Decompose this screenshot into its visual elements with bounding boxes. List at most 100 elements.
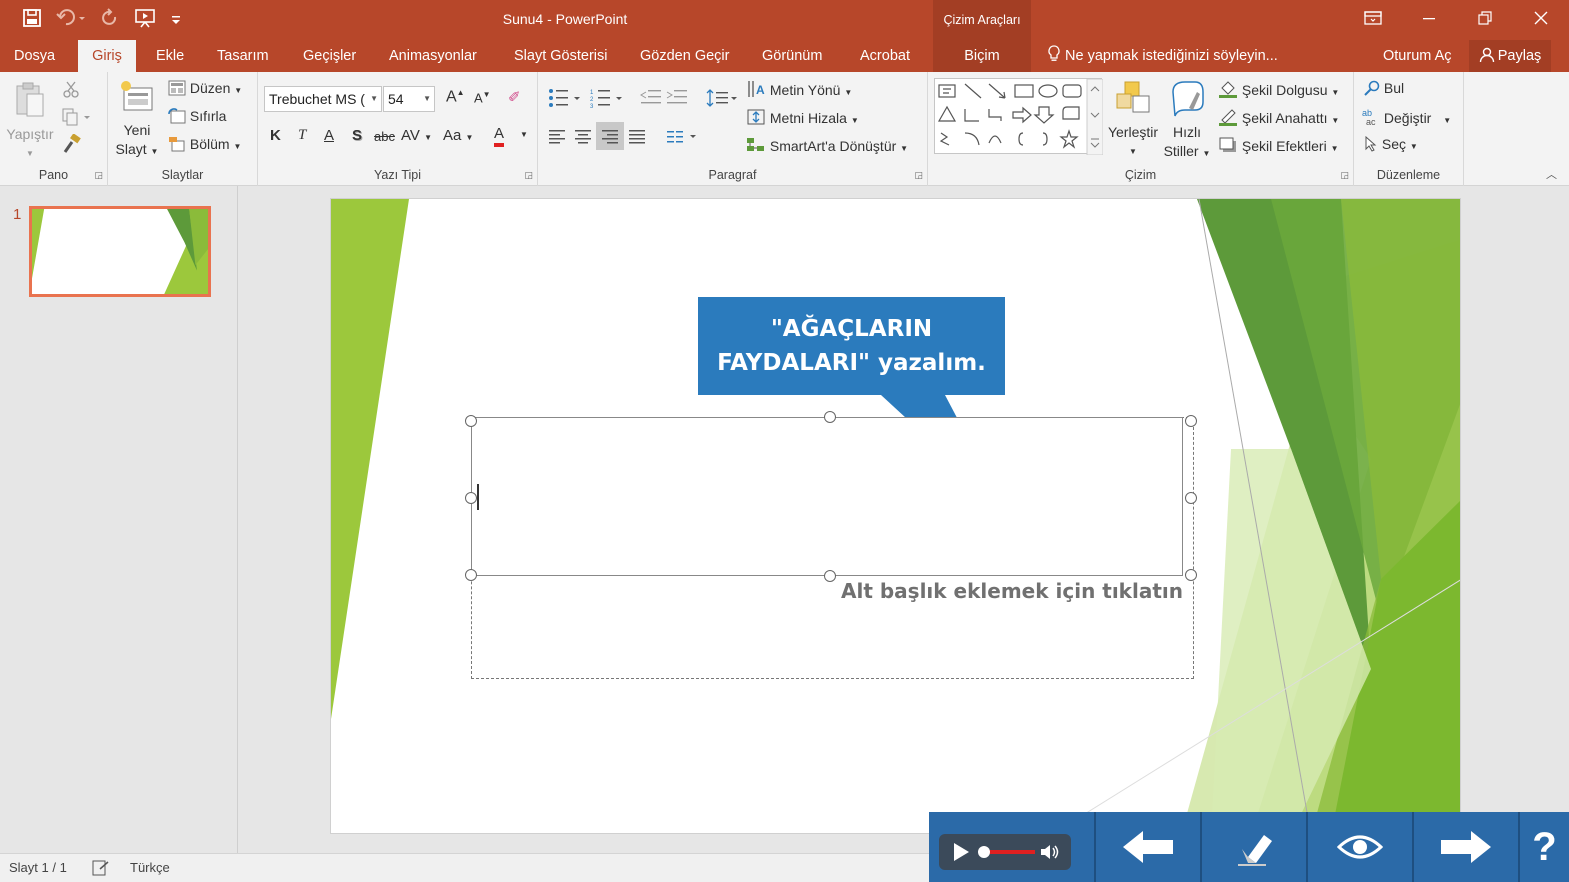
paragraph-dialog-launcher-icon[interactable]: ◲ bbox=[914, 170, 923, 181]
ribbon-tabs: Dosya Giriş Ekle Tasarım Geçişler Animas… bbox=[0, 40, 1569, 72]
line-spacing-icon[interactable] bbox=[706, 88, 738, 108]
font-name-combo[interactable]: Trebuchet MS (▼ bbox=[264, 86, 382, 112]
new-slide-button[interactable]: Yeni Slayt ▼ bbox=[112, 78, 162, 161]
select-button[interactable]: Seç ▼ bbox=[1364, 135, 1418, 152]
replace-button[interactable]: ab ac Değiştir ▼ bbox=[1362, 108, 1451, 127]
justify-icon[interactable] bbox=[628, 128, 646, 144]
decrease-indent-icon[interactable] bbox=[640, 88, 662, 106]
share-button[interactable]: Paylaş bbox=[1469, 40, 1551, 72]
drawing-dialog-launcher-icon[interactable]: ◲ bbox=[1340, 170, 1349, 181]
shape-effects-button[interactable]: Şekil Efektleri ▼ bbox=[1218, 136, 1339, 154]
sign-in-link[interactable]: Oturum Aç bbox=[1383, 40, 1452, 72]
font-dialog-launcher-icon[interactable]: ◲ bbox=[524, 170, 533, 181]
char-spacing-button[interactable]: AV ▼ bbox=[401, 127, 432, 144]
eraser-button[interactable] bbox=[1200, 812, 1306, 882]
font-color-dropdown-icon[interactable]: ▼ bbox=[520, 130, 528, 139]
section-button[interactable]: Bölüm ▼ bbox=[168, 136, 241, 152]
svg-text:1: 1 bbox=[590, 90, 594, 96]
numbering-icon[interactable]: 123 bbox=[590, 88, 626, 108]
resize-handle-br[interactable] bbox=[1185, 569, 1197, 581]
group-paragraph: 123 A Metin Yönü ▼ Metni Hizala ▼ SmartA… bbox=[538, 72, 928, 186]
tab-file[interactable]: Dosya bbox=[2, 40, 67, 72]
resize-handle-l[interactable] bbox=[465, 492, 477, 504]
reset-button[interactable]: Sıfırla bbox=[168, 108, 226, 124]
shape-outline-button[interactable]: Şekil Anahattı ▼ bbox=[1218, 108, 1339, 126]
minimize-icon[interactable] bbox=[1401, 0, 1457, 36]
tab-view[interactable]: Görünüm bbox=[750, 40, 834, 72]
increase-indent-icon[interactable] bbox=[666, 88, 688, 106]
align-center-icon[interactable] bbox=[574, 128, 592, 144]
shrink-font-icon[interactable]: A▼ bbox=[474, 90, 491, 105]
shapes-gallery[interactable] bbox=[934, 78, 1104, 156]
tab-transitions[interactable]: Geçişler bbox=[291, 40, 368, 72]
layout-button[interactable]: Düzen ▼ bbox=[168, 80, 242, 96]
slide-canvas[interactable]: Alt başlık eklemek için tıklatın "AĞAÇLA… bbox=[330, 198, 1461, 834]
back-arrow-button[interactable] bbox=[1094, 812, 1200, 882]
resize-handle-tl[interactable] bbox=[465, 415, 477, 427]
align-text-label: Metni Hizala bbox=[769, 110, 847, 126]
tell-me-box[interactable]: Ne yapmak istediğinizi söyleyin... bbox=[1047, 40, 1278, 72]
eye-button[interactable] bbox=[1306, 812, 1412, 882]
tab-insert[interactable]: Ekle bbox=[144, 40, 196, 72]
search-icon bbox=[1364, 80, 1380, 96]
resize-handle-r[interactable] bbox=[1185, 492, 1197, 504]
smartart-button[interactable]: SmartArt'a Dönüştür ▼ bbox=[746, 136, 908, 154]
copy-icon[interactable] bbox=[62, 108, 92, 126]
shape-fill-button[interactable]: Şekil Dolgusu ▼ bbox=[1218, 80, 1339, 98]
strikethrough-button[interactable]: abc bbox=[374, 129, 395, 144]
resize-handle-t[interactable] bbox=[824, 411, 836, 423]
columns-icon[interactable] bbox=[666, 128, 698, 144]
dialog-launcher-icon[interactable]: ◲ bbox=[94, 170, 103, 181]
paste-button[interactable]: Yapıştır ▼ bbox=[4, 80, 56, 163]
align-right-button[interactable] bbox=[596, 122, 624, 150]
tab-review[interactable]: Gözden Geçir bbox=[628, 40, 741, 72]
quick-styles-button[interactable]: Hızlı Stiller ▼ bbox=[1162, 78, 1212, 163]
group-font: Trebuchet MS (▼ 54 ▼ A▲ A▼ ✐ K T A S abc … bbox=[258, 72, 538, 186]
play-icon[interactable] bbox=[951, 841, 971, 863]
tab-slide-show[interactable]: Slayt Gösterisi bbox=[502, 40, 619, 72]
tab-acrobat[interactable]: Acrobat bbox=[848, 40, 922, 72]
language-label[interactable]: Türkçe bbox=[130, 860, 170, 875]
font-color-label: A bbox=[494, 125, 505, 142]
font-size-combo[interactable]: 54 ▼ bbox=[383, 86, 435, 112]
audio-player[interactable] bbox=[939, 834, 1071, 870]
slide-thumbnail[interactable] bbox=[29, 206, 211, 297]
grow-font-icon[interactable]: A▲ bbox=[446, 88, 465, 106]
callout-text[interactable]: "AĞAÇLARIN FAYDALARI" yazalım. bbox=[698, 297, 1005, 395]
help-button[interactable]: ? bbox=[1518, 812, 1569, 882]
shadow-button[interactable]: S bbox=[352, 127, 362, 144]
next-arrow-button[interactable] bbox=[1412, 812, 1518, 882]
shape-effects-icon bbox=[1219, 137, 1236, 152]
notes-check-icon[interactable] bbox=[92, 860, 110, 876]
volume-icon[interactable] bbox=[1039, 842, 1061, 862]
ribbon-display-options-icon[interactable] bbox=[1345, 0, 1401, 36]
close-icon[interactable] bbox=[1513, 0, 1569, 36]
resize-handle-tr[interactable] bbox=[1185, 415, 1197, 427]
audio-progress-slider[interactable] bbox=[977, 845, 1035, 859]
title-textbox[interactable] bbox=[471, 417, 1183, 576]
arrange-button[interactable]: Yerleştir ▼ bbox=[1104, 78, 1162, 161]
bold-button[interactable]: K bbox=[270, 127, 281, 144]
slide-counter: Slayt 1 / 1 bbox=[9, 860, 67, 875]
italic-button[interactable]: T bbox=[298, 127, 306, 144]
tab-animations[interactable]: Animasyonlar bbox=[377, 40, 489, 72]
restore-icon[interactable] bbox=[1457, 0, 1513, 36]
collapse-ribbon-icon[interactable]: ︿ bbox=[1546, 166, 1557, 182]
change-case-label: Aa bbox=[443, 127, 462, 144]
text-direction-button[interactable]: A Metin Yönü ▼ bbox=[746, 80, 852, 98]
find-button[interactable]: Bul bbox=[1364, 80, 1404, 96]
format-painter-icon[interactable] bbox=[62, 134, 82, 154]
bullets-icon[interactable] bbox=[548, 88, 584, 108]
change-case-button[interactable]: Aa ▼ bbox=[443, 127, 473, 144]
shape-outline-label: Şekil Anahattı bbox=[1241, 110, 1328, 126]
align-left-icon[interactable] bbox=[548, 128, 566, 144]
font-color-button[interactable]: A bbox=[494, 125, 505, 147]
align-text-button[interactable]: Metni Hizala ▼ bbox=[746, 108, 859, 126]
underline-button[interactable]: A bbox=[324, 127, 334, 144]
tab-home[interactable]: Giriş bbox=[78, 40, 136, 72]
cut-icon[interactable] bbox=[62, 80, 80, 98]
tab-format[interactable]: Biçim bbox=[933, 40, 1031, 72]
tab-design[interactable]: Tasarım bbox=[205, 40, 281, 72]
clear-format-icon[interactable]: ✐ bbox=[508, 88, 521, 106]
section-label: Bölüm bbox=[189, 136, 230, 152]
